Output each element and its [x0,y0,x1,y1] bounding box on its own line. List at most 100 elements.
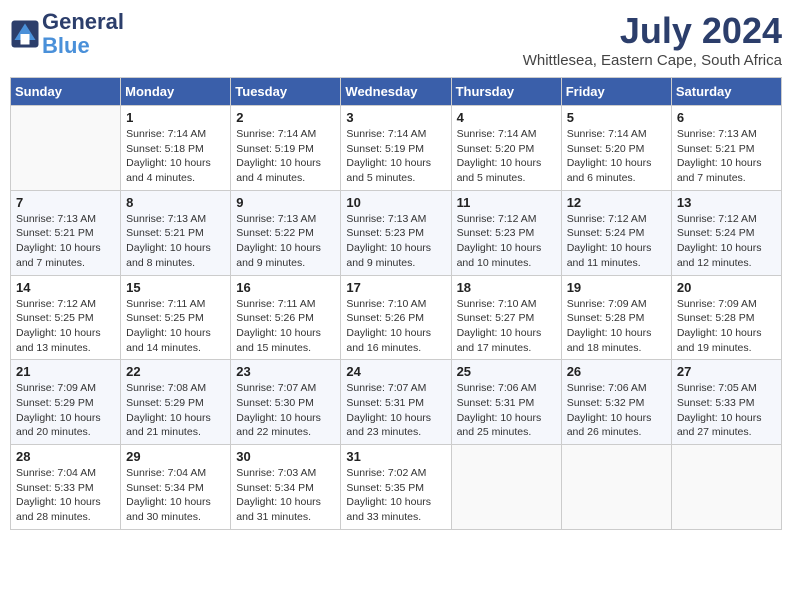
day-info: Sunrise: 7:09 AM Sunset: 5:28 PM Dayligh… [677,297,776,356]
calendar-cell: 29 Sunrise: 7:04 AM Sunset: 5:34 PM Dayli… [121,445,231,530]
calendar-cell: 6Sunrise: 7:13 AM Sunset: 5:21 PM Daylig… [671,106,781,191]
day-number: 31 [346,449,445,464]
calendar-cell [671,445,781,530]
day-number: 8 [126,195,225,210]
calendar-cell [11,106,121,191]
calendar-cell: 23Sunrise: 7:07 AM Sunset: 5:30 PM Dayli… [231,360,341,445]
week-row-2: 7 Sunrise: 7:13 AM Sunset: 5:21 PM Daylig… [11,190,782,275]
day-info: Sunrise: 7:14 AM Sunset: 5:20 PM Dayligh… [457,127,556,186]
day-info: Sunrise: 7:13 AM Sunset: 5:21 PM Dayligh… [677,127,776,186]
day-number: 21 [16,364,115,379]
day-number: 14 [16,280,115,295]
week-row-4: 21 Sunrise: 7:09 AM Sunset: 5:29 PM Dayli… [11,360,782,445]
weekday-header-wednesday: Wednesday [341,78,451,106]
calendar-cell: 31 Sunrise: 7:02 AM Sunset: 5:35 PM Dayli… [341,445,451,530]
page-header: GeneralBlue July 2024 Whittlesea, Easter… [10,10,782,69]
calendar-cell: 10 Sunrise: 7:13 AM Sunset: 5:23 PM Dayli… [341,190,451,275]
calendar-cell: 8 Sunrise: 7:13 AM Sunset: 5:21 PM Daylig… [121,190,231,275]
day-number: 30 [236,449,335,464]
day-info: Sunrise: 7:10 AM Sunset: 5:27 PM Dayligh… [457,297,556,356]
day-number: 27 [677,364,776,379]
day-number: 10 [346,195,445,210]
calendar-cell: 19 Sunrise: 7:09 AM Sunset: 5:28 PM Dayli… [561,275,671,360]
day-info: Sunrise: 7:05 AM Sunset: 5:33 PM Dayligh… [677,381,776,440]
day-info: Sunrise: 7:11 AM Sunset: 5:25 PM Dayligh… [126,297,225,356]
calendar-cell: 24Sunrise: 7:07 AM Sunset: 5:31 PM Dayli… [341,360,451,445]
week-row-1: 1 Sunrise: 7:14 AM Sunset: 5:18 PM Daylig… [11,106,782,191]
weekday-header-monday: Monday [121,78,231,106]
day-info: Sunrise: 7:08 AM Sunset: 5:29 PM Dayligh… [126,381,225,440]
day-number: 11 [457,195,556,210]
day-number: 1 [126,110,225,125]
day-info: Sunrise: 7:10 AM Sunset: 5:26 PM Dayligh… [346,297,445,356]
calendar-cell: 27 Sunrise: 7:05 AM Sunset: 5:33 PM Dayli… [671,360,781,445]
day-number: 17 [346,280,445,295]
day-number: 16 [236,280,335,295]
weekday-header-thursday: Thursday [451,78,561,106]
weekday-header-sunday: Sunday [11,78,121,106]
day-number: 3 [346,110,445,125]
day-number: 13 [677,195,776,210]
day-number: 15 [126,280,225,295]
day-info: Sunrise: 7:04 AM Sunset: 5:34 PM Dayligh… [126,466,225,525]
calendar-cell: 15 Sunrise: 7:11 AM Sunset: 5:25 PM Dayli… [121,275,231,360]
day-info: Sunrise: 7:12 AM Sunset: 5:24 PM Dayligh… [567,212,666,271]
day-info: Sunrise: 7:07 AM Sunset: 5:31 PM Dayligh… [346,381,445,440]
calendar-cell: 7Sunrise: 7:13 AM Sunset: 5:21 PM Daylig… [11,190,121,275]
day-info: Sunrise: 7:14 AM Sunset: 5:19 PM Dayligh… [346,127,445,186]
calendar-cell: 25 Sunrise: 7:06 AM Sunset: 5:31 PM Dayli… [451,360,561,445]
calendar-table: SundayMondayTuesdayWednesdayThursdayFrid… [10,77,782,530]
day-info: Sunrise: 7:02 AM Sunset: 5:35 PM Dayligh… [346,466,445,525]
day-info: Sunrise: 7:13 AM Sunset: 5:21 PM Dayligh… [126,212,225,271]
weekday-header-row: SundayMondayTuesdayWednesdayThursdayFrid… [11,78,782,106]
day-info: Sunrise: 7:14 AM Sunset: 5:19 PM Dayligh… [236,127,335,186]
calendar-cell: 4 Sunrise: 7:14 AM Sunset: 5:20 PM Daylig… [451,106,561,191]
day-info: Sunrise: 7:09 AM Sunset: 5:29 PM Dayligh… [16,381,115,440]
day-info: Sunrise: 7:11 AM Sunset: 5:26 PM Dayligh… [236,297,335,356]
calendar-cell: 21 Sunrise: 7:09 AM Sunset: 5:29 PM Dayli… [11,360,121,445]
logo: GeneralBlue [10,10,124,58]
day-info: Sunrise: 7:06 AM Sunset: 5:31 PM Dayligh… [457,381,556,440]
calendar-cell: 3 Sunrise: 7:14 AM Sunset: 5:19 PM Daylig… [341,106,451,191]
day-number: 29 [126,449,225,464]
calendar-cell: 17 Sunrise: 7:10 AM Sunset: 5:26 PM Dayli… [341,275,451,360]
day-number: 25 [457,364,556,379]
day-number: 7 [16,195,115,210]
day-number: 26 [567,364,666,379]
location: Whittlesea, Eastern Cape, South Africa [523,52,782,69]
calendar-cell: 5Sunrise: 7:14 AM Sunset: 5:20 PM Daylig… [561,106,671,191]
logo-text: GeneralBlue [42,10,124,58]
day-info: Sunrise: 7:12 AM Sunset: 5:25 PM Dayligh… [16,297,115,356]
day-number: 4 [457,110,556,125]
calendar-cell: 11Sunrise: 7:12 AM Sunset: 5:23 PM Dayli… [451,190,561,275]
day-number: 18 [457,280,556,295]
day-number: 12 [567,195,666,210]
calendar-cell: 30Sunrise: 7:03 AM Sunset: 5:34 PM Dayli… [231,445,341,530]
day-number: 20 [677,280,776,295]
day-number: 23 [236,364,335,379]
day-info: Sunrise: 7:09 AM Sunset: 5:28 PM Dayligh… [567,297,666,356]
calendar-cell: 2 Sunrise: 7:14 AM Sunset: 5:19 PM Daylig… [231,106,341,191]
calendar-cell: 1 Sunrise: 7:14 AM Sunset: 5:18 PM Daylig… [121,106,231,191]
title-block: July 2024 Whittlesea, Eastern Cape, Sout… [523,10,782,69]
day-info: Sunrise: 7:13 AM Sunset: 5:22 PM Dayligh… [236,212,335,271]
calendar-cell: 12 Sunrise: 7:12 AM Sunset: 5:24 PM Dayli… [561,190,671,275]
day-number: 9 [236,195,335,210]
calendar-cell: 14 Sunrise: 7:12 AM Sunset: 5:25 PM Dayli… [11,275,121,360]
day-info: Sunrise: 7:13 AM Sunset: 5:23 PM Dayligh… [346,212,445,271]
day-number: 22 [126,364,225,379]
calendar-cell: 26Sunrise: 7:06 AM Sunset: 5:32 PM Dayli… [561,360,671,445]
calendar-cell: 16 Sunrise: 7:11 AM Sunset: 5:26 PM Dayli… [231,275,341,360]
month-title: July 2024 [523,10,782,52]
day-number: 2 [236,110,335,125]
day-info: Sunrise: 7:14 AM Sunset: 5:18 PM Dayligh… [126,127,225,186]
week-row-3: 14 Sunrise: 7:12 AM Sunset: 5:25 PM Dayli… [11,275,782,360]
weekday-header-tuesday: Tuesday [231,78,341,106]
logo-icon [10,19,40,49]
day-info: Sunrise: 7:04 AM Sunset: 5:33 PM Dayligh… [16,466,115,525]
weekday-header-saturday: Saturday [671,78,781,106]
weekday-header-friday: Friday [561,78,671,106]
day-number: 28 [16,449,115,464]
day-number: 19 [567,280,666,295]
day-info: Sunrise: 7:14 AM Sunset: 5:20 PM Dayligh… [567,127,666,186]
